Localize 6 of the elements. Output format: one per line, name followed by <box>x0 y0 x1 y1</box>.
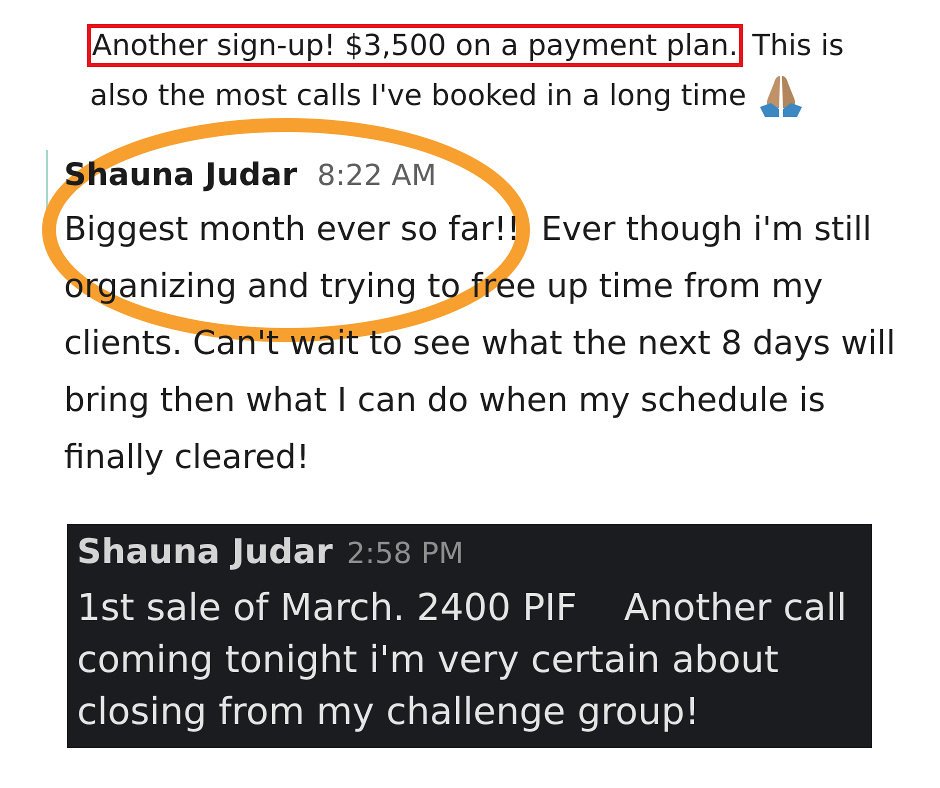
message-time: 2:58 PM <box>346 535 464 572</box>
author-name: Shauna Judar <box>77 531 333 574</box>
message-text: Another sign-up! $3,500 on a payment plan. This is also the most calls I've booked in a long time <box>90 20 890 120</box>
folded-hands-icon <box>757 75 805 117</box>
message-time: 8:22 AM <box>317 157 436 194</box>
message-text: 1st sale of March. 2400 PIF Another call coming tonight i'm very certain about closing from my challenge group! <box>77 585 848 735</box>
